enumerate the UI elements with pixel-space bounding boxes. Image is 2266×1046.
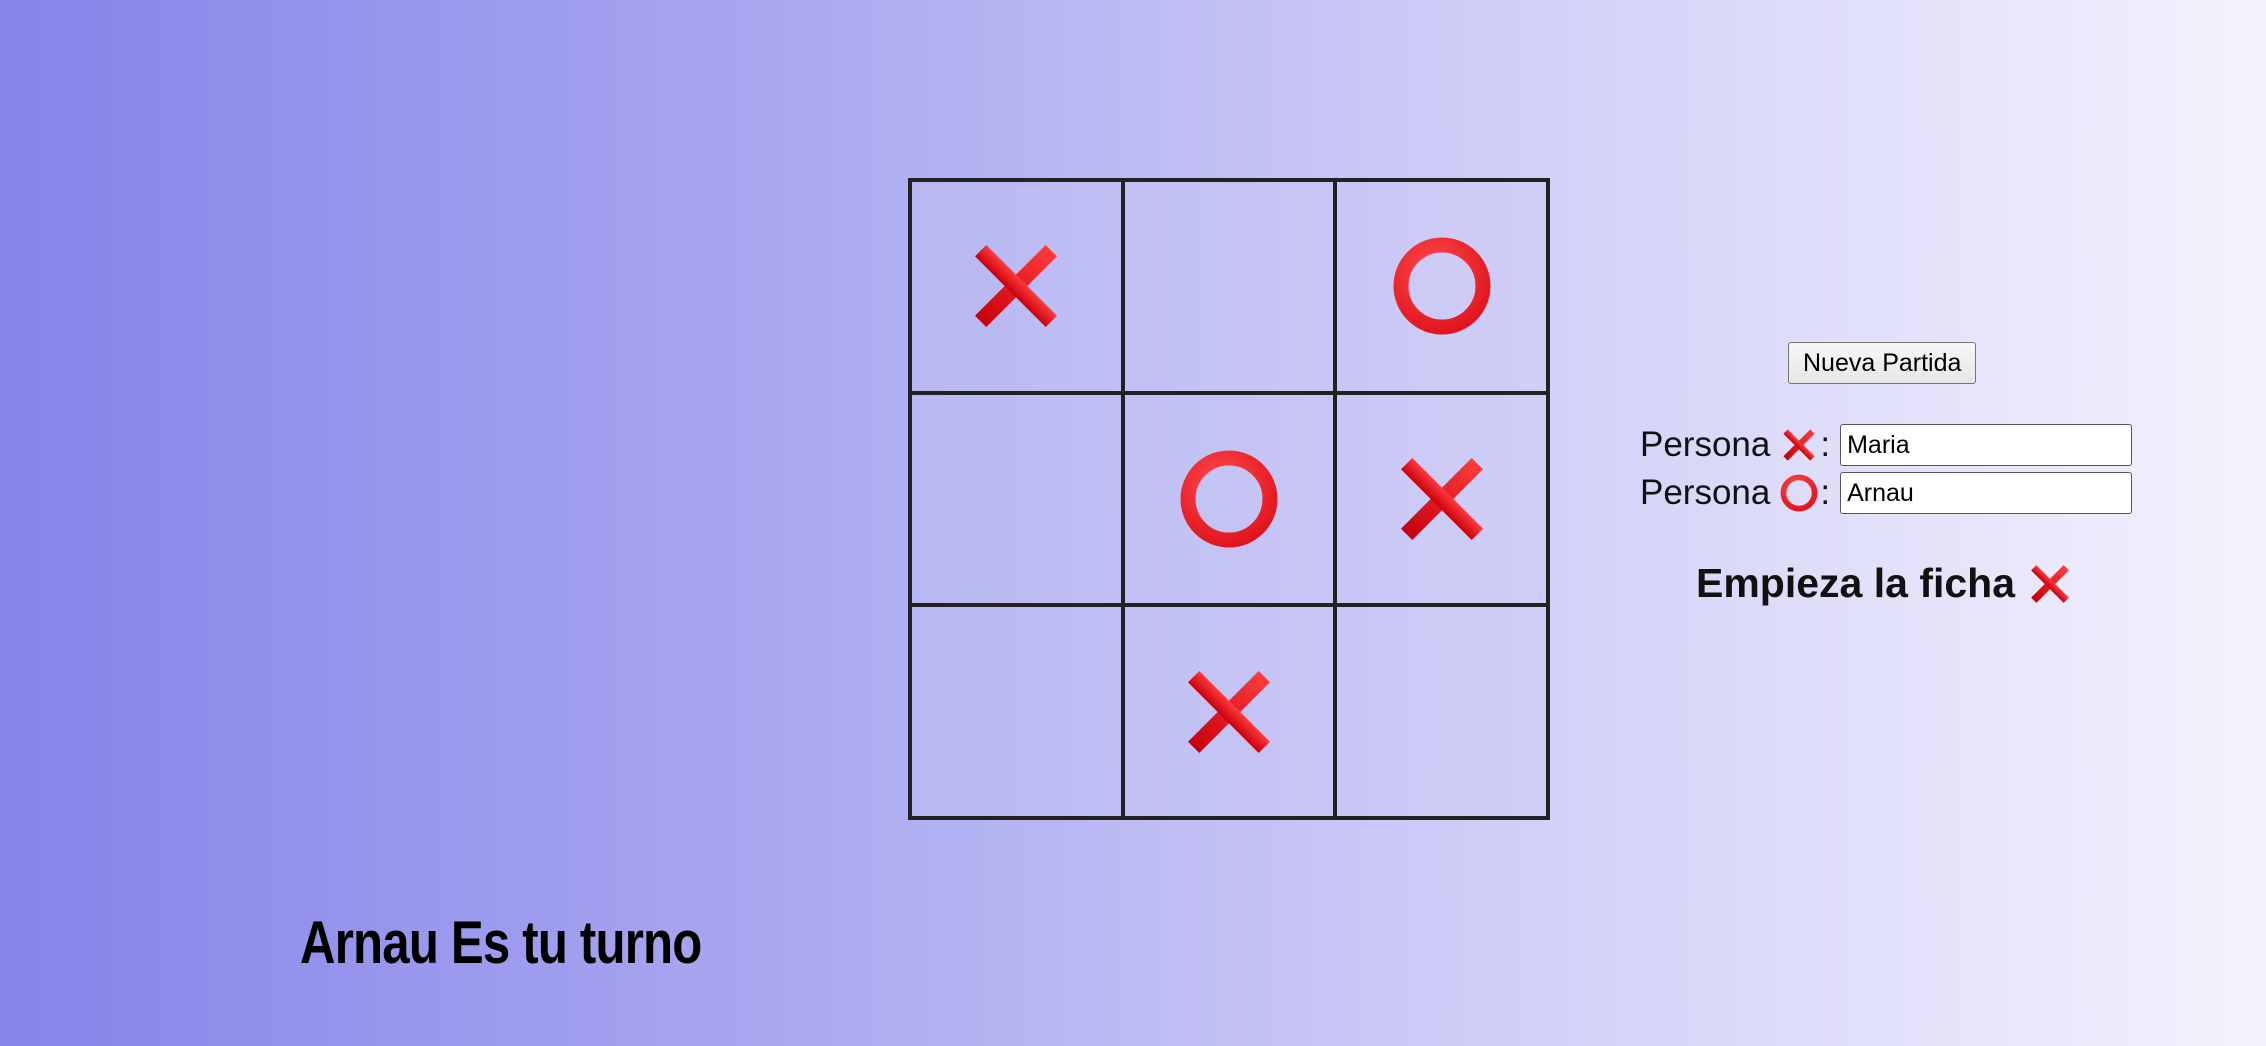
- heavy-circle-icon: [1179, 449, 1279, 549]
- player-o-colon: :: [1820, 473, 1831, 512]
- board-cell-6[interactable]: [1335, 392, 1548, 606]
- heavy-circle-icon: [1392, 236, 1492, 336]
- cross-mark-icon: [1179, 662, 1279, 762]
- player-x-label: Persona: [1640, 425, 1771, 464]
- board-cell-5[interactable]: [1122, 392, 1336, 606]
- board-cell-3[interactable]: [1335, 180, 1548, 393]
- player-o-name-input[interactable]: [1840, 472, 2133, 514]
- cross-mark-icon: [966, 236, 1066, 336]
- board-cell-1[interactable]: [910, 180, 1123, 393]
- tic-tac-toe-board: [908, 178, 1550, 820]
- player-o-row: Persona :: [1640, 472, 2133, 514]
- player-x-name-input[interactable]: [1840, 424, 2133, 466]
- cross-mark-icon: [2027, 561, 2073, 607]
- player-o-label: Persona: [1640, 473, 1771, 512]
- board-cell-8[interactable]: [1122, 605, 1336, 818]
- board-cell-2[interactable]: [1122, 180, 1336, 393]
- new-game-button[interactable]: Nueva Partida: [1788, 342, 1977, 384]
- cross-mark-icon: [1392, 449, 1492, 549]
- cross-mark-icon: [1780, 426, 1818, 464]
- board-cell-4[interactable]: [910, 392, 1123, 606]
- player-x-row: Persona :: [1640, 424, 2133, 466]
- player-x-colon: :: [1820, 425, 1831, 464]
- heavy-circle-icon: [1780, 474, 1818, 512]
- turn-status: Arnau Es tu turno: [300, 909, 702, 976]
- starts-label: Empieza la ficha: [1696, 560, 2016, 606]
- board-cell-9[interactable]: [1335, 605, 1548, 818]
- board-cell-7[interactable]: [910, 605, 1123, 818]
- starting-player-indicator: Empieza la ficha: [1696, 560, 2073, 607]
